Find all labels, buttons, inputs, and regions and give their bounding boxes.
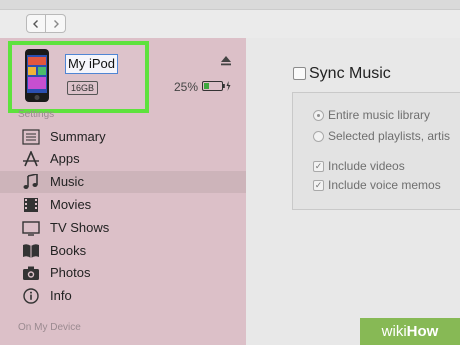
ipod-device-icon [25,49,49,102]
forward-button[interactable] [46,14,66,33]
selected-playlists-label: Selected playlists, artis [328,129,451,143]
sidebar-item-label: Apps [50,151,80,166]
music-note-icon [23,174,38,189]
tv-icon [22,221,40,236]
apps-a-icon [23,151,39,167]
sidebar-item-label: Info [50,288,72,303]
sidebar-item-books[interactable]: Books [0,240,246,262]
sidebar-item-movies[interactable]: Movies [0,194,246,216]
on-my-device-section-title: On My Device [18,322,81,333]
sync-music-checkbox[interactable] [293,67,306,80]
back-button[interactable] [26,14,46,33]
toolbar [0,0,460,39]
sidebar-item-music[interactable]: Music [0,171,246,193]
settings-section-title: Settings [18,109,55,120]
wikihow-watermark: wikiHow [360,318,460,345]
book-icon [23,244,39,258]
device-name-field[interactable]: My iPod [65,54,118,74]
sidebar-item-label: TV Shows [50,220,110,235]
include-voice-memos-checkbox[interactable]: ✓ [313,180,324,191]
sidebar-item-label: Movies [50,197,92,212]
include-videos-checkbox[interactable]: ✓ [313,161,324,172]
sidebar-item-summary[interactable]: Summary [0,126,246,148]
sidebar-item-tv-shows[interactable]: TV Shows [0,217,246,239]
capacity-badge: 16GB [67,81,99,95]
entire-library-radio[interactable] [313,110,324,121]
sidebar-item-photos[interactable]: Photos [0,262,246,284]
watermark-part1: wiki [381,323,407,340]
sidebar-item-label: Photos [50,265,91,280]
sidebar-item-label: Music [50,174,84,189]
chevron-right-icon [53,19,59,28]
sync-music-label: Sync Music [309,65,391,82]
title-strip [0,0,460,10]
chevron-left-icon [33,19,38,28]
include-videos-label: Include videos [328,159,405,173]
sidebar-item-apps[interactable]: Apps [0,148,246,170]
watermark-part2: How [406,323,439,340]
film-icon [24,198,38,212]
sidebar-item-info[interactable]: Info [0,285,246,307]
sidebar-item-label: Books [50,243,87,258]
include-voice-memos-label: Include voice memos [328,178,441,192]
summary-list-icon [22,129,40,145]
eject-icon[interactable] [220,55,232,66]
sidebar-item-label: Summary [50,129,106,144]
info-icon [23,288,39,304]
entire-library-label: Entire music library [328,108,431,122]
battery-percentage: 25% [174,80,199,94]
selected-playlists-radio[interactable] [313,131,324,142]
camera-icon [23,266,39,280]
battery-charging-icon [202,81,231,91]
